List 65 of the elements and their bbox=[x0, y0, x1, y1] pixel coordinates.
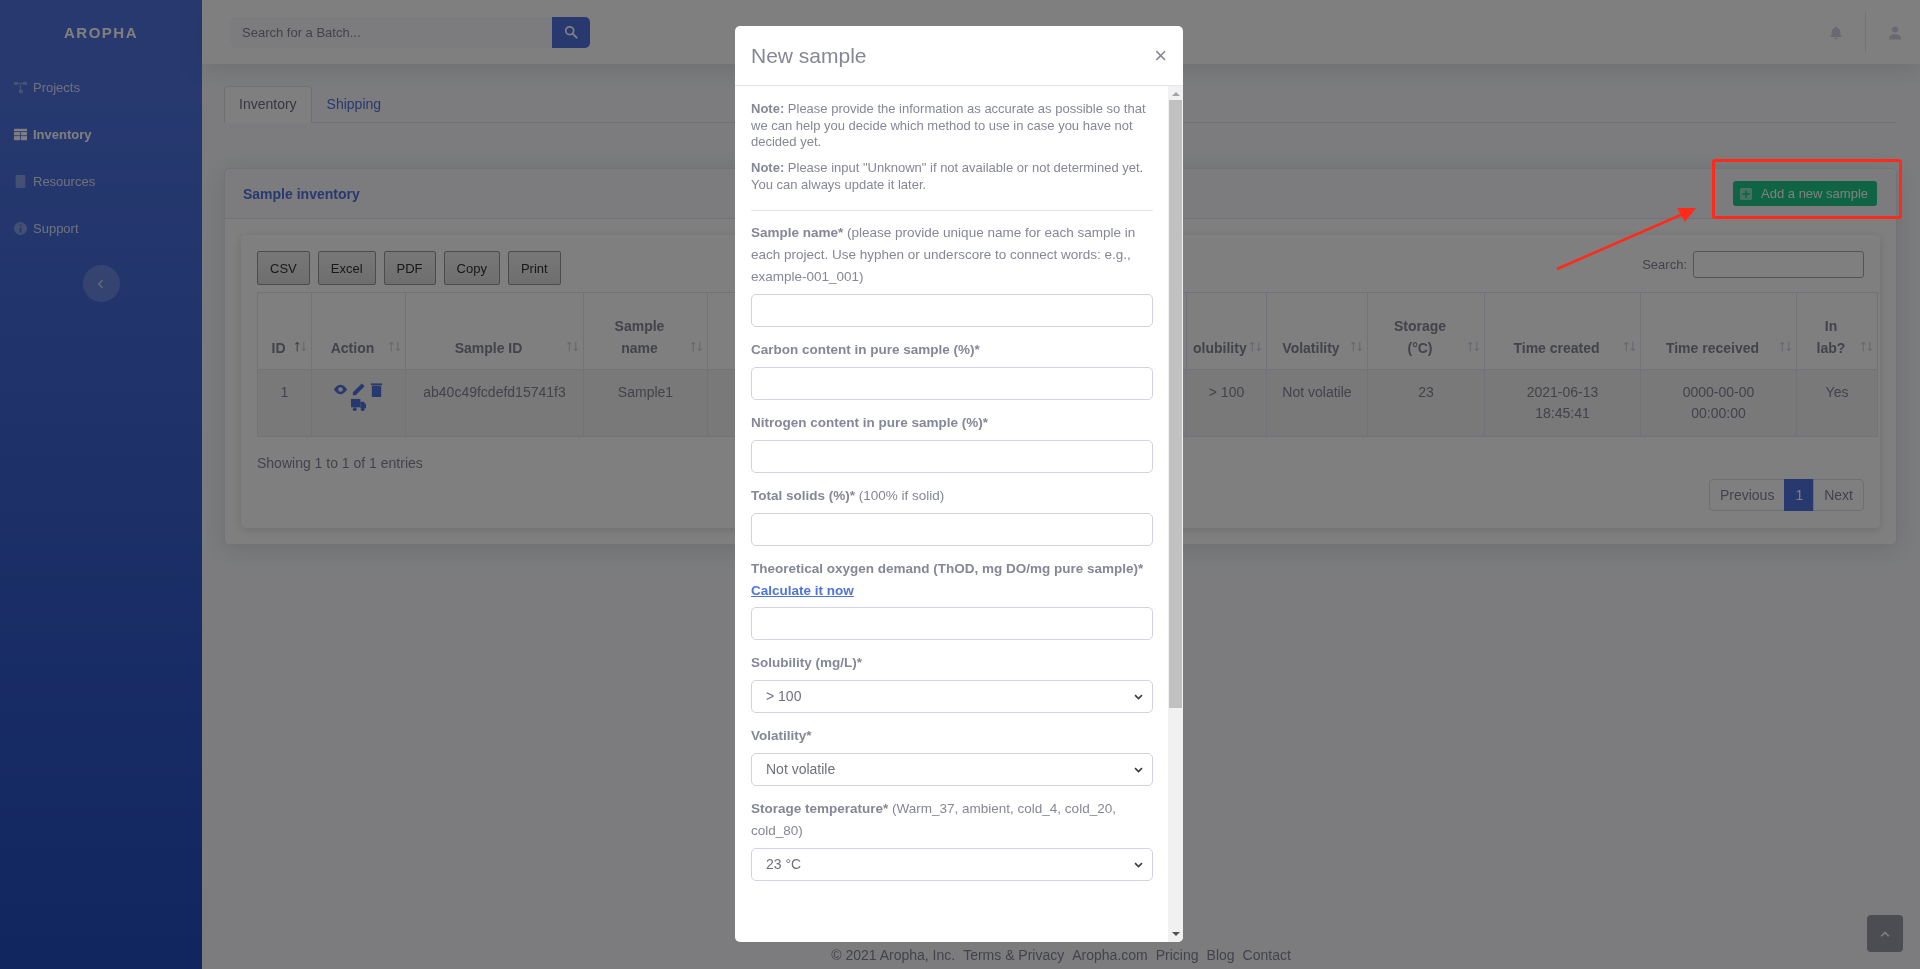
input-field[interactable] bbox=[751, 439, 1153, 473]
footer-link[interactable]: Blog bbox=[1206, 947, 1235, 963]
field-label: Carbon content in pure sample (%)* bbox=[751, 340, 981, 359]
search-label: Search: bbox=[1642, 257, 1687, 272]
column-header[interactable]: Time created bbox=[1484, 292, 1641, 370]
scrollbar[interactable] bbox=[1168, 86, 1183, 942]
close-button[interactable]: × bbox=[1150, 43, 1171, 68]
export-button[interactable]: PDF bbox=[383, 251, 436, 285]
export-button[interactable]: Print bbox=[507, 251, 561, 285]
table-search-field[interactable] bbox=[1693, 251, 1864, 278]
dropdown[interactable]: > 100 bbox=[751, 679, 1153, 713]
modal-title: New sample bbox=[751, 43, 867, 68]
column-header[interactable]: In lab? bbox=[1796, 292, 1878, 370]
page-button[interactable]: 1 bbox=[1784, 479, 1815, 511]
column-header[interactable]: Sample ID bbox=[405, 292, 584, 370]
footer-link[interactable]: Pricing bbox=[1155, 947, 1199, 963]
field-label: Volatility* bbox=[751, 726, 813, 745]
note-text: Note: Please provide the information as accurate as possible so that we can help you decide which method to use in case you have not decided yet. bbox=[751, 101, 1147, 152]
field-label: Solubility (mg/L)* bbox=[751, 653, 863, 672]
footer-link[interactable]: Contact bbox=[1242, 947, 1291, 963]
field-label: Theoretical oxygen demand (ThOD, mg DO/mg pure sample)* bbox=[751, 559, 1145, 578]
column-header[interactable]: Sample name bbox=[583, 292, 708, 370]
eye-icon[interactable] bbox=[333, 382, 348, 397]
page-button[interactable]: Next bbox=[1813, 479, 1864, 511]
column-header[interactable]: Time received bbox=[1640, 292, 1797, 370]
sidebar-item[interactable]: Support bbox=[0, 205, 202, 252]
field-label: Storage temperature* (Warm_37, ambient, cold_4, cold_20, cold_80) bbox=[751, 799, 1117, 840]
sort-icon[interactable] bbox=[294, 340, 307, 353]
input-field[interactable] bbox=[751, 293, 1153, 327]
footer-link[interactable]: Aropha.com bbox=[1072, 947, 1148, 963]
card-title: Sample inventory bbox=[243, 185, 360, 202]
entries-info: Showing 1 to 1 of 1 entries bbox=[257, 455, 423, 471]
search-icon bbox=[564, 25, 578, 39]
pencil-icon[interactable] bbox=[351, 382, 366, 397]
note-text: Note: Please input "Unknown" if not available or not determined yet. You can always update it later. bbox=[751, 160, 1145, 194]
sidebar-item[interactable]: Resources bbox=[0, 158, 202, 205]
column-header[interactable]: Volatility bbox=[1266, 292, 1368, 370]
brand-logo[interactable]: AROPHA bbox=[0, 0, 202, 64]
sidebar-item[interactable]: Inventory bbox=[0, 111, 202, 158]
field-label: Total solids (%)* (100% if solid) bbox=[751, 486, 946, 505]
field-label: Nitrogen content in pure sample (%)* bbox=[751, 413, 990, 432]
search-button[interactable] bbox=[552, 16, 590, 48]
export-button[interactable]: CSV bbox=[257, 251, 310, 285]
trash-icon[interactable] bbox=[369, 382, 384, 397]
column-header[interactable]: Action bbox=[311, 292, 406, 370]
dropdown[interactable]: 23 °C bbox=[751, 847, 1153, 881]
tab[interactable]: Shipping bbox=[311, 86, 397, 123]
input-field[interactable] bbox=[751, 606, 1153, 640]
calculate-link[interactable]: Calculate it now bbox=[751, 579, 854, 601]
field-label: Sample name* (please provide unique name for each sample in each project. Use hyphen or underscore to connect words: e.g., example-001_001) bbox=[751, 223, 1137, 286]
column-header[interactable]: ID bbox=[257, 292, 312, 370]
sidebar-item[interactable]: Projects bbox=[0, 64, 202, 111]
input-field[interactable] bbox=[751, 366, 1153, 400]
export-button[interactable]: Excel bbox=[317, 251, 376, 285]
column-header[interactable]: Storage (°C) bbox=[1367, 292, 1485, 370]
column-header[interactable]: olubility bbox=[1186, 292, 1267, 370]
add-sample-button[interactable]: Add a new sample bbox=[1733, 181, 1877, 206]
copyright-text: © 2021 Aropha, Inc. bbox=[831, 947, 956, 963]
table-icon bbox=[14, 128, 27, 141]
truck-icon[interactable] bbox=[351, 397, 366, 412]
footer-link[interactable]: Terms & Privacy bbox=[963, 947, 1065, 963]
input-field[interactable] bbox=[751, 512, 1153, 546]
tab[interactable]: Inventory bbox=[224, 86, 312, 123]
dropdown[interactable]: Not volatile bbox=[751, 752, 1153, 786]
export-button[interactable]: Copy bbox=[443, 251, 500, 285]
